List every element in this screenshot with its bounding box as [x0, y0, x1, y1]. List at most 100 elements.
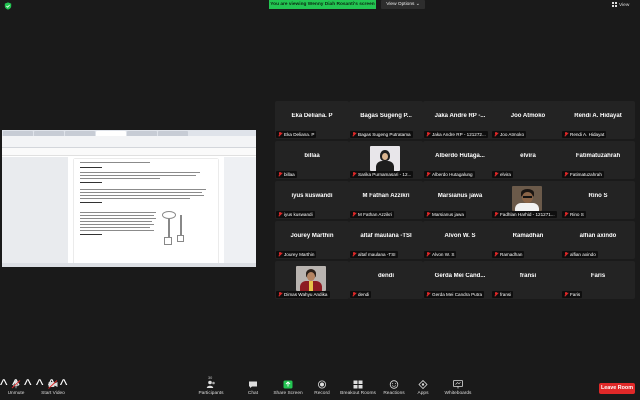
participant-tile[interactable]: fransi fransi: [491, 261, 565, 299]
participant-label: billaa: [276, 171, 297, 178]
muted-mic-icon: [494, 292, 498, 297]
participant-label: Faris: [562, 291, 583, 298]
participant-tile-video[interactable]: Fadhlan Harhid - 121271...: [491, 181, 565, 219]
participant-tile[interactable]: Faris Faris: [561, 261, 635, 299]
participant-name: Ramadhan: [512, 233, 544, 239]
participant-tile[interactable]: alfian axindo alfian axindo: [561, 221, 635, 259]
participant-name: Rino S: [588, 193, 608, 199]
shield-check-icon[interactable]: [4, 2, 12, 10]
breakout-rooms-button[interactable]: Breakout Rooms: [339, 377, 377, 400]
participant-name: fransi: [519, 273, 537, 279]
participant-tile[interactable]: Marsianus jawa Marsianus jawa: [423, 181, 497, 219]
meeting-toolbar: Unmute ^ Start Video ^ 30 Participants ^…: [0, 376, 640, 400]
participant-label: Bagas Sugeng Putratama: [350, 131, 413, 138]
muted-mic-icon: [564, 212, 568, 217]
unmute-button[interactable]: Unmute: [3, 377, 29, 400]
participant-name: Alvon W. S: [444, 233, 476, 239]
participant-tile[interactable]: elvira elvira: [491, 141, 565, 179]
view-button[interactable]: View: [612, 2, 638, 10]
muted-mic-icon: [352, 252, 356, 257]
participant-name: Marsianus jawa: [437, 193, 483, 199]
participant-tile[interactable]: Gerda Mei Cand... Gerda Mei Candra Putra: [423, 261, 497, 299]
muted-mic-icon: [352, 292, 356, 297]
participant-label: dendi: [350, 291, 372, 298]
shared-toolbar: [2, 148, 256, 156]
muted-mic-icon: [426, 252, 430, 257]
chat-button[interactable]: Chat: [244, 377, 262, 400]
participant-name: Gerda Mei Cand...: [434, 273, 486, 279]
participant-name: Fatimatuzahrah: [575, 153, 621, 159]
participants-count: 30: [208, 376, 213, 380]
participant-avatar: [296, 266, 326, 291]
participant-tile-video[interactable]: Dimas Wahyu Andika: [275, 261, 349, 299]
participant-tile[interactable]: Rino S Rino S: [561, 181, 635, 219]
apps-button[interactable]: Apps: [414, 377, 432, 400]
muted-mic-icon: [278, 252, 282, 257]
reactions-button[interactable]: Reactions: [381, 377, 407, 400]
muted-microphone-icon: [11, 380, 21, 389]
participant-label: Fatimatuzahrah: [562, 171, 604, 178]
shared-left-pane: [2, 157, 68, 267]
participant-label: Alvon W. S: [424, 251, 457, 258]
participant-label: Dimas Wahyu Andika: [276, 291, 330, 298]
muted-mic-icon: [426, 172, 430, 177]
participant-tile[interactable]: Jaka Andre RP -... Jaka Andre RP - 12127…: [423, 101, 497, 139]
participant-tile-video[interactable]: Sarika Purnamasari - 12...: [349, 141, 423, 179]
participant-label: fransi: [492, 291, 514, 298]
record-label: Record: [314, 391, 330, 396]
participant-tile[interactable]: Jourey Marthin Jourey Marthin: [275, 221, 349, 259]
muted-mic-icon: [494, 212, 498, 217]
participant-name: Rendi A. Hidayat: [574, 113, 622, 119]
view-options-button[interactable]: View Options ⌄: [381, 0, 425, 9]
shared-screen[interactable]: [2, 130, 256, 267]
muted-mic-icon: [494, 252, 498, 257]
whiteboards-label: Whiteboards: [444, 391, 472, 396]
muted-mic-icon: [494, 132, 498, 137]
participant-tile[interactable]: M Fathan Azzikri M Fathan Azzikri: [349, 181, 423, 219]
participant-name: iyus kuswandi: [291, 193, 333, 199]
shared-ribbon: [2, 136, 256, 148]
muted-mic-icon: [278, 172, 282, 177]
participant-label: Marsianus jawa: [424, 211, 466, 218]
shared-right-pane: [224, 157, 256, 267]
participant-name: altaf maulana -TSI: [360, 233, 412, 239]
participant-label: Joo Atmoko: [492, 131, 527, 138]
shared-status-bar: [2, 263, 256, 267]
top-bar: You are viewing Wenny Diah Rosanti's scr…: [0, 0, 640, 12]
record-button[interactable]: Record: [312, 377, 332, 400]
participant-tile[interactable]: Alvon W. S Alvon W. S: [423, 221, 497, 259]
participant-label: Gerda Mei Candra Putra: [424, 291, 485, 298]
participants-icon: [206, 380, 215, 388]
participant-label: alfian axindo: [562, 251, 598, 258]
participant-name: Jourey Marthin: [290, 233, 334, 239]
leave-room-button[interactable]: Leave Room: [599, 383, 635, 394]
participant-label: Sarika Purnamasari - 12...: [350, 171, 414, 178]
muted-mic-icon: [426, 212, 430, 217]
participant-label: iyus kuswandi: [276, 211, 315, 218]
share-screen-button[interactable]: Share Screen: [273, 377, 303, 400]
participants-button[interactable]: 30 Participants: [196, 376, 226, 400]
participant-tile[interactable]: dendi dendi: [349, 261, 423, 299]
participant-tile[interactable]: Ramadhan Ramadhan: [491, 221, 565, 259]
muted-mic-icon: [426, 132, 430, 137]
participant-label: Jourey Marthin: [276, 251, 317, 258]
participant-label: Eka Deliana. P: [276, 131, 317, 138]
participant-tile[interactable]: iyus kuswandi iyus kuswandi: [275, 181, 349, 219]
participant-tile[interactable]: Alberdo Hutaga... Alberdo Hutagalung: [423, 141, 497, 179]
participant-tile[interactable]: altaf maulana -TSI altaf maulana -TSI: [349, 221, 423, 259]
participant-avatar: [370, 146, 400, 171]
participant-tile[interactable]: billaa billaa: [275, 141, 349, 179]
participant-label: Fadhlan Harhid - 121271...: [492, 211, 557, 218]
participant-tile[interactable]: Rendi A. Hidayat Rendi A. Hidayat: [561, 101, 635, 139]
whiteboards-button[interactable]: Whiteboards: [442, 377, 474, 400]
breakout-rooms-label: Breakout Rooms: [340, 391, 376, 396]
participant-tile[interactable]: Bagas Sugeng P... Bagas Sugeng Putratama: [349, 101, 423, 139]
participant-tile[interactable]: Joo Atmoko Joo Atmoko: [491, 101, 565, 139]
participant-tile[interactable]: Eka Deliana. P Eka Deliana. P: [275, 101, 349, 139]
start-video-label: Start Video: [41, 391, 65, 396]
start-video-button[interactable]: Start Video: [37, 377, 69, 400]
participant-tile[interactable]: Fatimatuzahrah Fatimatuzahrah: [561, 141, 635, 179]
whiteboard-icon: [453, 380, 463, 389]
record-icon: [318, 380, 326, 389]
share-screen-icon: [283, 380, 293, 389]
